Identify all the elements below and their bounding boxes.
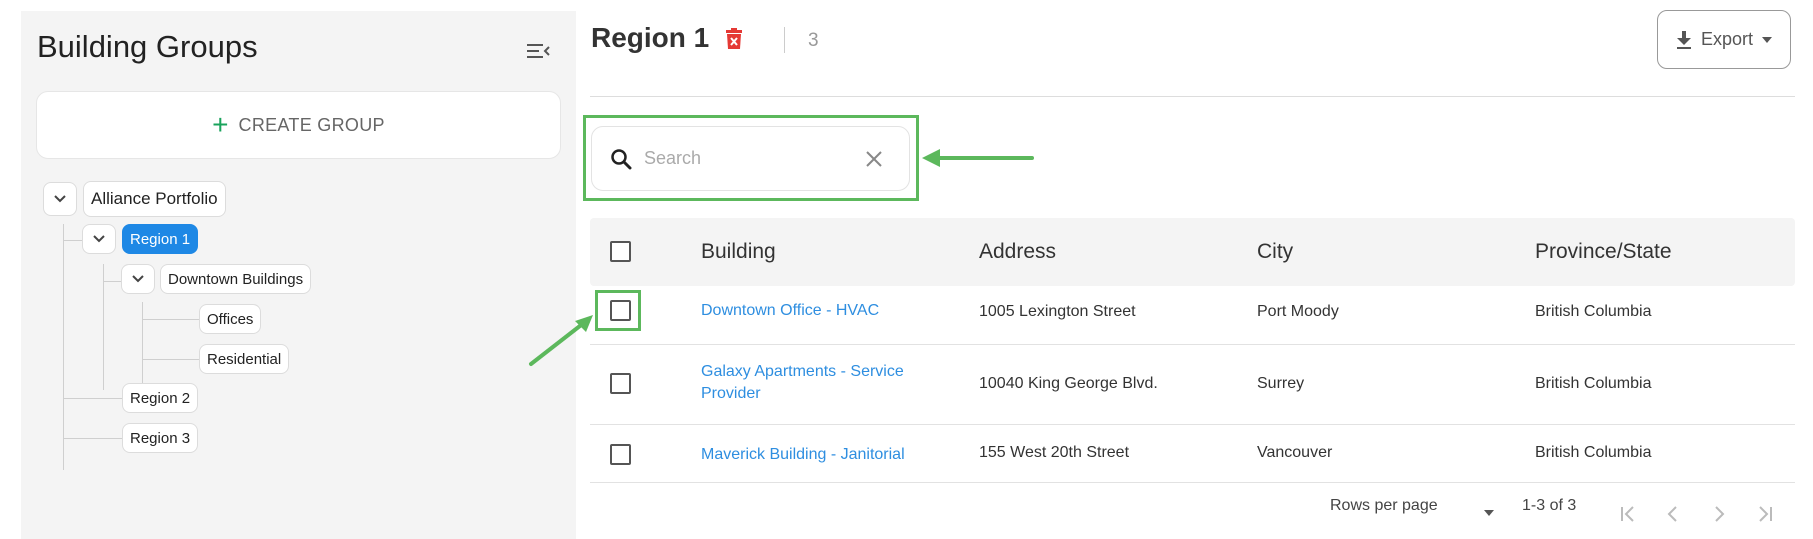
page-title: Region 1: [591, 22, 710, 53]
tree-line: [142, 319, 200, 320]
search-icon: [611, 148, 632, 169]
annotation-arrow-icon: [922, 149, 1034, 167]
plus-icon: +: [212, 109, 229, 140]
column-header-address: Address: [979, 240, 1057, 263]
table-row[interactable]: Downtown Office - HVAC 1005 Lexington St…: [590, 286, 1795, 345]
building-count: 3: [808, 30, 819, 51]
expand-toggle-alliance-portfolio[interactable]: [43, 182, 77, 216]
tree-line: [142, 359, 200, 360]
create-group-label: CREATE GROUP: [238, 114, 385, 135]
expand-toggle-region-1[interactable]: [82, 224, 116, 254]
row-checkbox[interactable]: [610, 444, 631, 465]
chevron-down-icon: [132, 275, 144, 283]
tree-node-alliance-portfolio[interactable]: Alliance Portfolio: [83, 181, 226, 217]
previous-page-icon[interactable]: [1662, 503, 1684, 525]
city-cell: Vancouver: [1257, 444, 1333, 461]
province-cell: British Columbia: [1535, 444, 1652, 461]
download-icon: [1676, 30, 1691, 49]
create-group-button[interactable]: + CREATE GROUP: [36, 91, 561, 159]
column-header-building: Building: [701, 240, 776, 263]
expand-toggle-downtown-buildings[interactable]: [121, 264, 155, 294]
last-page-icon[interactable]: [1754, 503, 1776, 525]
tree-node-residential[interactable]: Residential: [199, 344, 290, 374]
table-header: Building Address City Province/State: [590, 218, 1795, 286]
city-cell: Port Moody: [1257, 303, 1339, 320]
tree-line: [63, 224, 64, 470]
delete-icon[interactable]: [725, 28, 743, 50]
table-row[interactable]: Galaxy Apartments - Service Provider 100…: [590, 345, 1795, 425]
tree-line: [63, 240, 83, 241]
building-link[interactable]: Maverick Building - Janitorial: [701, 444, 905, 466]
panel-title: Building Groups: [37, 29, 258, 64]
search-field[interactable]: [591, 126, 910, 191]
tree-line: [103, 264, 104, 390]
tree-node-region-2[interactable]: Region 2: [122, 383, 199, 413]
column-header-city: City: [1257, 240, 1294, 263]
column-header-province: Province/State: [1535, 240, 1672, 263]
address-cell: 155 West 20th Street: [979, 444, 1130, 461]
table-row[interactable]: Maverick Building - Janitorial 155 West …: [590, 425, 1795, 483]
rows-per-page-dropdown-icon[interactable]: [1482, 508, 1496, 518]
tree-line: [103, 281, 123, 282]
export-label: Export: [1700, 29, 1754, 49]
building-link[interactable]: Downtown Office - HVAC: [701, 300, 879, 322]
next-page-icon[interactable]: [1708, 503, 1730, 525]
tree-node-offices[interactable]: Offices: [199, 304, 262, 334]
buildings-table: Building Address City Province/State Dow…: [590, 218, 1795, 483]
caret-down-icon: [1762, 36, 1773, 43]
first-page-icon[interactable]: [1617, 503, 1639, 525]
building-groups-panel: Building Groups + CREATE GROUP Alliance …: [21, 11, 576, 539]
row-checkbox[interactable]: [610, 373, 631, 394]
tree-line: [63, 398, 123, 399]
city-cell: Surrey: [1257, 375, 1305, 392]
chevron-down-icon: [54, 195, 66, 203]
pagination-range: 1-3 of 3: [1522, 497, 1577, 514]
rows-per-page-label: Rows per page: [1330, 497, 1438, 514]
building-link[interactable]: Galaxy Apartments - Service Provider: [701, 361, 931, 405]
tree-line: [142, 302, 143, 390]
tree-line: [63, 438, 123, 439]
export-button[interactable]: Export: [1657, 10, 1791, 69]
search-input[interactable]: [644, 148, 864, 169]
address-cell: 10040 King George Blvd.: [979, 375, 1158, 392]
tree-node-downtown-buildings[interactable]: Downtown Buildings: [160, 264, 312, 294]
row-checkbox[interactable]: [610, 300, 631, 321]
tree-node-region-3[interactable]: Region 3: [122, 423, 199, 453]
select-all-checkbox[interactable]: [610, 241, 631, 262]
chevron-down-icon: [93, 235, 105, 243]
collapse-sidebar-icon[interactable]: [524, 39, 552, 63]
address-cell: 1005 Lexington Street: [979, 303, 1136, 320]
tree-node-region-1[interactable]: Region 1: [122, 224, 199, 254]
clear-search-icon[interactable]: [863, 148, 885, 170]
annotation-arrow-icon: [529, 315, 593, 366]
province-cell: British Columbia: [1535, 303, 1652, 320]
divider: [784, 27, 785, 53]
header-divider: [590, 96, 1795, 97]
province-cell: British Columbia: [1535, 375, 1652, 392]
